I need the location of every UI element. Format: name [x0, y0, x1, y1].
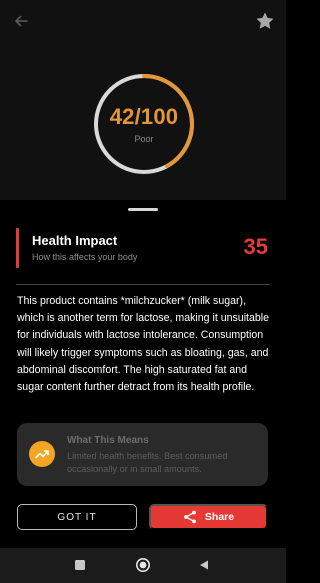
share-icon: [184, 510, 196, 524]
score-rating: Poor: [134, 134, 154, 144]
card-text: Limited health benefits. Best consumed o…: [67, 451, 228, 474]
impact-description: This product contains *milchzucker* (mil…: [17, 295, 270, 394]
share-label: Share: [204, 511, 235, 523]
score-value: 42/100: [109, 104, 179, 129]
favorite-button[interactable]: [254, 10, 276, 32]
back-button[interactable]: [10, 10, 32, 32]
home-circle-icon: [136, 558, 150, 572]
system-back-button[interactable]: [195, 556, 213, 574]
score-readout: 42/100 Poor: [92, 72, 196, 176]
impact-title: Health Impact: [32, 233, 118, 248]
impact-score: 35: [243, 234, 268, 259]
star-icon: [256, 12, 274, 29]
trending-up-icon: [29, 441, 55, 467]
home-button[interactable]: [134, 556, 152, 574]
section-divider: [16, 284, 270, 285]
health-impact-header: Health Impact How this affects your body…: [16, 228, 270, 268]
recents-button[interactable]: [71, 556, 89, 574]
what-this-means-card: What This Means Limited health benefits.…: [17, 423, 268, 486]
impact-accent-bar: [16, 228, 19, 268]
arrow-left-icon: [15, 15, 28, 27]
card-title: What This Means: [67, 435, 149, 446]
back-triangle-icon: [200, 560, 208, 570]
got-it-button[interactable]: GOT IT: [17, 504, 137, 530]
share-button[interactable]: Share: [149, 504, 268, 530]
system-navigation-bar: [0, 548, 286, 583]
impact-subtitle: How this affects your body: [32, 252, 138, 262]
got-it-label: GOT IT: [57, 511, 97, 523]
sheet-drag-handle[interactable]: [128, 208, 158, 211]
recents-square-icon: [75, 560, 85, 570]
